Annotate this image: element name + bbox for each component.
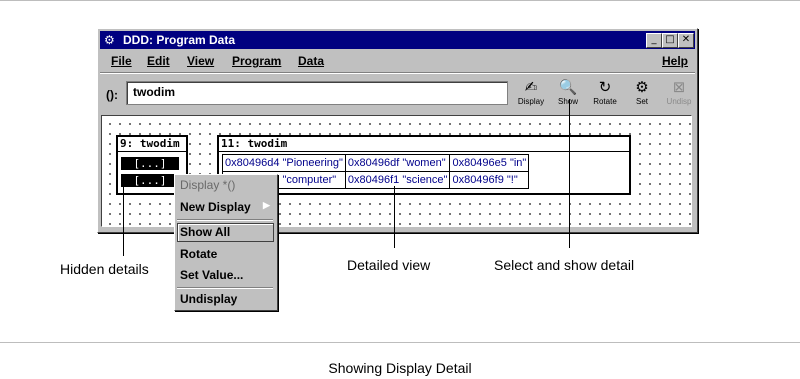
- submenu-arrow-icon: ▶: [263, 200, 270, 210]
- argument-field[interactable]: [126, 81, 508, 105]
- set-tool-button[interactable]: ⚙ Set: [622, 77, 662, 111]
- show-tool-button[interactable]: 🔍 Show: [548, 77, 588, 111]
- menu-program[interactable]: Program: [232, 54, 281, 68]
- menu-view[interactable]: View: [187, 54, 214, 68]
- rotate-tool-button[interactable]: ↻ Rotate: [585, 77, 625, 111]
- menu-separator: [177, 287, 273, 289]
- array-cell[interactable]: 0x80496f1 "science": [344, 171, 451, 189]
- app-icon[interactable]: ⚙: [104, 33, 115, 47]
- maximize-button[interactable]: □: [662, 33, 678, 48]
- figure-caption: Showing Display Detail: [328, 360, 472, 376]
- callout-line: [394, 186, 395, 248]
- menu-separator: [100, 72, 695, 74]
- display-tool-button[interactable]: ✍ Display: [511, 77, 551, 111]
- array-cell[interactable]: 0x80496df "women": [344, 154, 451, 172]
- undisplay-tool-button[interactable]: ⊠ Undisp: [659, 77, 699, 111]
- array-cell[interactable]: 0x80496d4 "Pioneering": [222, 154, 346, 172]
- menu-edit[interactable]: Edit: [147, 54, 170, 68]
- undisplay-icon: ⊠: [672, 78, 686, 96]
- menu-item-new-display[interactable]: New Display ▶: [180, 200, 270, 214]
- menu-file[interactable]: File: [111, 54, 132, 68]
- set-icon: ⚙: [635, 78, 649, 96]
- rotate-icon: ↻: [598, 78, 612, 96]
- magnifier-icon: 🔍: [558, 78, 578, 96]
- callout-line: [569, 99, 570, 248]
- display-icon: ✍: [524, 78, 538, 96]
- context-menu: Display *() New Display ▶ Show All Rotate…: [174, 174, 278, 311]
- menu-item-set-value[interactable]: Set Value...: [180, 268, 243, 282]
- menu-item-rotate[interactable]: Rotate: [180, 247, 217, 261]
- title-bar[interactable]: ⚙ DDD: Program Data _ □ ✕: [100, 31, 695, 49]
- window-title: DDD: Program Data: [123, 33, 236, 47]
- menu-help[interactable]: Help: [662, 54, 688, 68]
- minimize-button[interactable]: _: [646, 33, 662, 48]
- collapsed-cell[interactable]: [...]: [121, 157, 179, 170]
- close-button[interactable]: ✕: [678, 33, 694, 48]
- menu-separator: [177, 219, 273, 221]
- argument-input[interactable]: [133, 83, 503, 101]
- callout-hidden-details: Hidden details: [60, 261, 149, 277]
- callout-line: [123, 184, 124, 256]
- menu-item-undisplay[interactable]: Undisplay: [180, 292, 237, 306]
- top-rule: [0, 0, 800, 1]
- bottom-rule: [0, 342, 800, 343]
- argument-label: ():: [106, 88, 118, 102]
- callout-detailed-view: Detailed view: [347, 257, 431, 273]
- callout-select-show-detail: Select and show detail: [494, 257, 635, 273]
- menu-bar: File Edit View Program Data Help: [100, 51, 695, 71]
- table-row: 0x80496d4 "Pioneering" 0x80496df "women"…: [222, 154, 530, 172]
- array-cell[interactable]: 0x80496e5 "in": [449, 154, 530, 172]
- menu-item-display-deref[interactable]: Display *(): [180, 178, 235, 192]
- collapsed-cell[interactable]: [...]: [121, 174, 179, 187]
- display-title: 9: twodim: [118, 137, 186, 152]
- array-cell[interactable]: 0x80496f9 "!": [449, 171, 530, 189]
- menu-data[interactable]: Data: [298, 54, 324, 68]
- display-title: 11: twodim: [219, 137, 629, 152]
- menu-item-show-all[interactable]: Show All: [180, 225, 230, 239]
